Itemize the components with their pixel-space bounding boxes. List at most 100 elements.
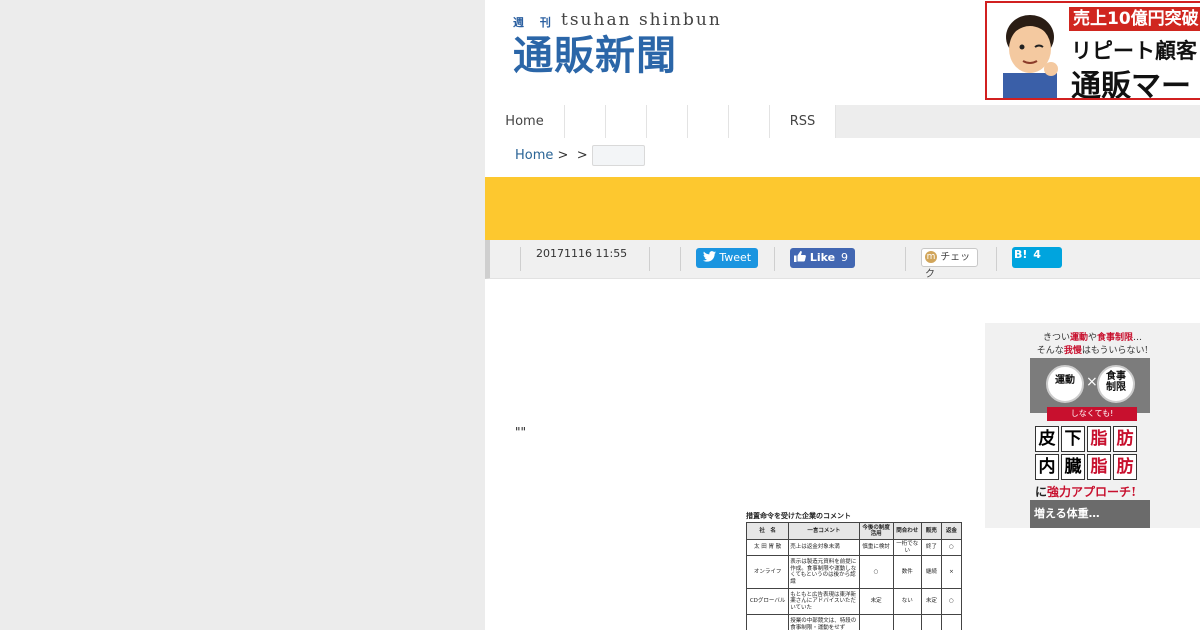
ad-circle-exercise: 運動 [1046,365,1084,403]
table-cell: × [940,555,962,589]
banner-headline: 売上10億円突破 [1069,7,1200,31]
facebook-like-button[interactable]: Like 9 [790,248,855,268]
article-title-band [485,177,1200,240]
divider [905,247,906,271]
ad-text: 強力アプローチ! [1047,485,1137,499]
table-cell [920,614,942,630]
breadcrumb-home-link[interactable]: Home [515,148,553,163]
table-header: 社 名 [746,522,790,540]
hatena-b-icon: B! [1014,248,1028,261]
ad-red-band: しなくても! [1047,407,1137,421]
table-row: オンライフ 表示は製造元資料を前提に作成。食事制限や運動しなくてもというのは後か… [746,555,962,589]
nav-item-home[interactable]: Home [485,105,565,138]
page-container: 週 刊 tsuhan shinbun 通販新聞 売上10億円突破 リピート顧客 … [485,0,1200,630]
ad-line-2: そんな我慢はもういらない! [985,343,1200,356]
nav-item-4[interactable] [647,105,688,138]
article-table-image: 措置命令を受けた企業のコメント 社 名 一言コメント 今後の制度活用 問合わせ … [746,511,962,630]
table-cell: 太 田 胃 散 [746,539,790,556]
top-banner-ad[interactable]: 売上10億円突破 リピート顧客 通販マー [985,1,1200,100]
table-cell: 売上は返金対象未満 [788,539,860,556]
ad-kanji-row-1: 皮下脂肪 [1035,426,1139,452]
hatena-bookmark-button[interactable]: B! 4 [1012,247,1062,268]
table-cell: 継続 [920,555,942,589]
nav-item-2[interactable] [565,105,606,138]
table-cell: もともと広告表現は東洋新薬さんにアドバイスいただいていた [788,588,860,615]
table-cell: 表示は製造元資料を前提に作成。食事制限や運動しなくてもというのは後から認識 [788,555,860,589]
table-cell [892,614,922,630]
table-header-row: 社 名 一言コメント 今後の制度活用 問合わせ 販売 返金 [746,522,962,540]
ad-text: 食事 [1106,371,1126,382]
table-header: 返金 [940,522,962,540]
table-cell: 慎重に検討 [858,539,894,556]
table-cell [858,614,894,630]
mixi-check-icon: m [925,251,937,263]
thumbs-up-icon [794,251,810,264]
ad-line-1: きつい運動や食事制限… [985,330,1200,343]
ad-text: 食事制限 [1097,333,1134,343]
table-cell: ○ [858,555,894,589]
nav-item-3[interactable] [606,105,647,138]
mixi-check-button[interactable]: m チェック [921,248,978,280]
logo-roman-text: tsuhan shinbun [561,10,722,30]
ad-text: に [1035,485,1048,499]
logo-main-text: 通販新聞 [513,32,677,79]
like-count: 9 [840,251,848,264]
ad-kanji: 脂 [1087,454,1111,480]
nav-item-rss[interactable]: RSS [770,105,836,138]
breadcrumb: Home > > [515,145,645,167]
logo-weekly-text: 週 刊 [513,16,557,29]
ad-bottom-strip: 増える体重… [1030,500,1150,528]
table-cell: ない [892,588,922,615]
ad-text: はもういらない! [1081,346,1149,356]
ad-kanji: 臓 [1061,454,1085,480]
table-header: 今後の制度活用 [858,522,894,540]
ad-circle-diet: 食事 制限 [1097,365,1135,403]
table-header: 問合わせ [892,522,922,540]
ad-kanji-row-2: 内臓脂肪 [1035,454,1139,480]
ad-text: … [1133,333,1143,343]
breadcrumb-current-item [591,145,645,166]
divider [996,247,997,271]
table-cell: 未定 [858,588,894,615]
table-header: 販売 [920,522,942,540]
nav-item-6[interactable] [729,105,770,138]
table-cell: CDグローバル [746,588,790,615]
banner-mainline: 通販マー [1071,69,1191,100]
table-cell: 数件 [892,555,922,589]
ad-text: 我慢 [1063,346,1082,356]
like-label: Like [809,251,836,264]
divider [520,247,521,271]
twitter-bird-icon [702,251,720,264]
ad-kanji: 脂 [1087,426,1111,452]
side-banner-ad[interactable]: きつい運動や食事制限… そんな我慢はもういらない! 運動 × 食事 制限 しなく… [985,323,1200,528]
share-bar: 20171116 11:55 Tweet Like 9 m チェック B! 4 [485,240,1200,280]
table-row: 授業の中部競文は、特段の食事制限・運動をせず [746,614,962,630]
table-cell: 未定 [920,588,942,615]
table-cell: 一桁でない [892,539,922,556]
table-caption: 措置命令を受けた企業のコメント [746,512,851,520]
main-nav: Home RSS [485,105,1200,138]
hatena-count: 4 [1033,248,1041,261]
table-row: 太 田 胃 散 売上は返金対象未満 慎重に検討 一桁でない 終了 ○ [746,539,962,556]
ad-text: 制限 [1106,382,1126,393]
divider [774,247,775,271]
ad-text: そんな [1036,346,1064,356]
ad-kanji: 皮 [1035,426,1059,452]
table-cell: 授業の中部競文は、特段の食事制限・運動をせず [788,614,860,630]
ad-kanji: 内 [1035,454,1059,480]
ad-text: や [1088,333,1098,343]
tweet-button[interactable]: Tweet [696,248,758,268]
ad-kanji: 肪 [1113,454,1137,480]
post-date: 20171116 11:55 [536,247,628,260]
table-cell: オンライフ [746,555,790,589]
ad-text: きつい [1042,333,1070,343]
site-logo[interactable]: 週 刊 tsuhan shinbun 通販新聞 [513,10,738,84]
table-cell: 終了 [920,539,942,556]
nav-item-5[interactable] [688,105,729,138]
breadcrumb-separator: > [557,148,569,163]
comment-table: 社 名 一言コメント 今後の制度活用 問合わせ 販売 返金 太 田 胃 散 売上… [746,522,962,630]
divider [680,247,681,271]
ad-kanji: 下 [1061,426,1085,452]
ad-text: 運動 [1069,333,1088,343]
table-cell: ○ [940,539,962,556]
